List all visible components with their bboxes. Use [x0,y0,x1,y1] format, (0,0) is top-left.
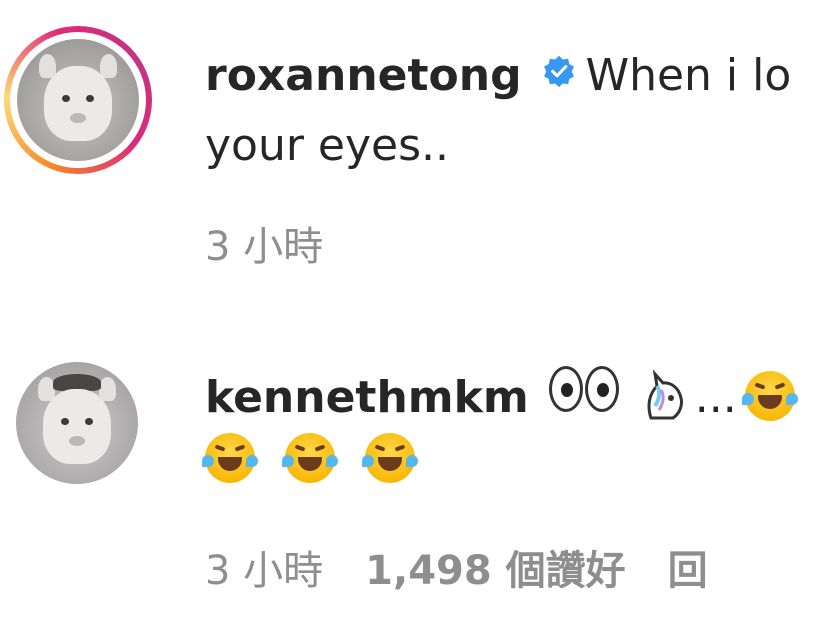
rolling-laughing-emoji-icon [202,433,258,483]
comment-time[interactable]: 3 小時 [205,224,323,270]
verified-badge-icon [542,46,576,102]
comment-likes-count[interactable]: 1,498 個讚好 [365,548,625,594]
comment-text: When i lo [585,50,792,101]
reply-button[interactable]: 回 [668,548,708,594]
comment-item: roxannetong When i lo your eyes.. 3 小時 [0,0,830,330]
avatar-face [43,65,113,142]
comment-username[interactable]: kennethmkm [205,372,529,423]
comment-text-line: roxannetong When i lo [205,48,791,106]
eyes-emoji-icon [548,366,621,426]
rolling-laughing-emoji-icon [741,371,798,421]
avatar-story-ring[interactable] [4,26,152,174]
comment-username[interactable]: roxannetong [205,50,522,101]
comment-meta: 3 小時 [205,222,365,272]
avatar-face [42,388,112,465]
comment-text-continued: your eyes.. [205,120,449,171]
comment-ellipsis: ... [694,372,737,423]
unicorn-emoji-icon [637,369,689,422]
comment-time[interactable]: 3 小時 [205,548,323,594]
comment-text-line: kennethmkm... [205,366,809,430]
comment-meta: 3 小時 1,498 個讚好回 [205,546,750,596]
rolling-laughing-emoji-icon [362,433,418,483]
avatar[interactable] [17,39,139,161]
comment-text-line: your eyes.. [205,118,449,174]
comment-text-line [202,432,429,488]
tears-of-joy-emoji-icon [282,433,338,483]
avatar[interactable] [16,362,138,484]
